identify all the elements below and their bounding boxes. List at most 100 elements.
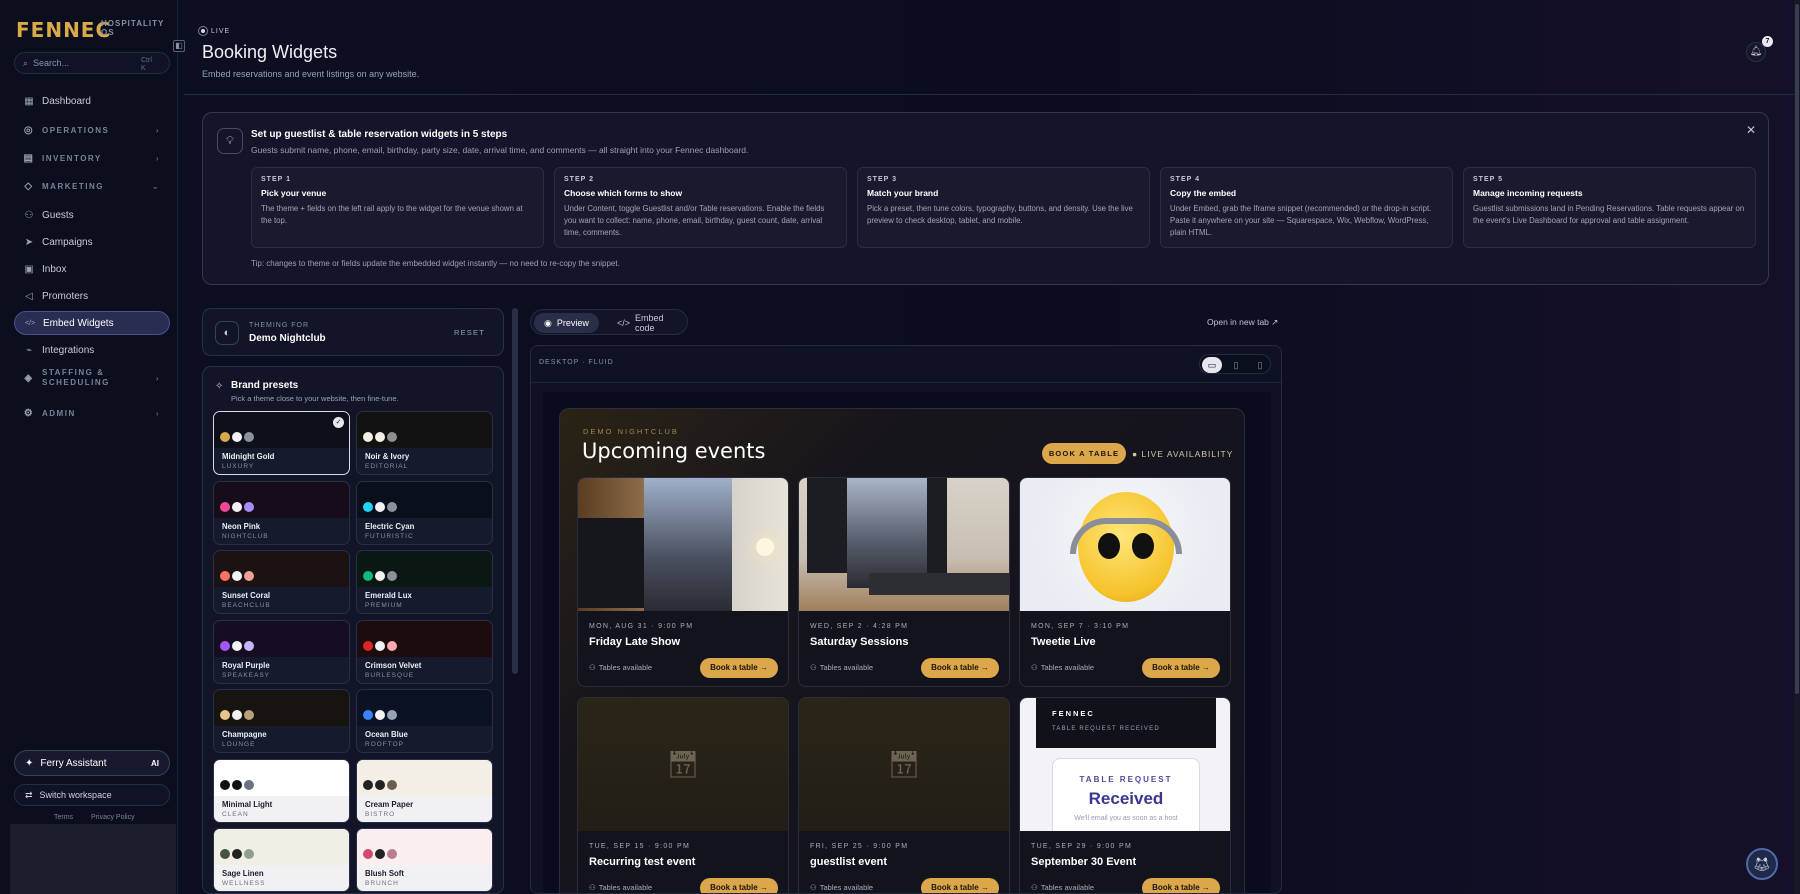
preset-preview [214,481,349,518]
sidebar-item-inbox[interactable]: ▣ Inbox [14,257,170,281]
preset-card[interactable]: Electric Cyan FUTURISTIC [356,480,493,545]
tables-available: ⚇ Tables available [589,663,653,672]
preset-card[interactable]: Cream Paper BISTRO [356,758,493,823]
book-table-button[interactable]: BOOK A TABLE [1042,443,1126,464]
reset-button[interactable]: RESET [454,328,485,337]
ferry-assistant-button[interactable]: ✦ Ferry Assistant AI [14,750,170,776]
color-swatch [220,849,230,859]
terms-link[interactable]: Terms [54,814,73,821]
sidebar-item-promoters[interactable]: ◁ Promoters [14,284,170,308]
users-icon: ⚇ [810,883,817,892]
event-book-button[interactable]: Book a table → [700,658,778,678]
color-swatch [232,779,242,790]
color-swatch [232,849,242,859]
color-swatch [375,849,385,859]
desktop-icon[interactable]: ▭ [1202,357,1222,373]
color-swatch [387,710,397,720]
preset-card[interactable]: Sage Linen WELLNESS [213,828,350,892]
event-book-button[interactable]: Book a table → [921,878,999,893]
preset-name: Minimal Light [222,799,273,809]
preset-card[interactable]: Neon Pink NIGHTCLUB [213,480,350,545]
venue-name: Demo Nightclub [249,333,326,344]
sidebar-item-marketing[interactable]: ◇ MARKETING ⌄ [14,174,170,198]
preset-name: Royal Purple [222,660,270,670]
event-card[interactable]: 📅︎ FRI, SEP 25 · 9:00 PM guestlist event ⚇ T… [798,697,1010,893]
preset-card[interactable]: Crimson Velvet BURLESQUE [356,619,493,684]
event-book-button[interactable]: Book a table → [1142,878,1220,893]
sidebar-item-label: Dashboard [42,95,91,107]
color-swatch [375,571,385,581]
event-book-button[interactable]: Book a table → [921,658,999,678]
sidebar-item-integrations[interactable]: ⌁ Integrations [14,338,170,362]
sidebar-item-staffing[interactable]: ◈ STAFFING & SCHEDULING › [14,366,170,390]
page-scrollbar[interactable] [1794,0,1800,894]
tab-embed-code[interactable]: </> Embed code [607,313,687,333]
sidebar-item-dashboard[interactable]: ▦ Dashboard [14,89,170,113]
sidebar-item-campaigns[interactable]: ➤ Campaigns [14,230,170,254]
header-divider [184,94,1796,95]
event-card[interactable]: MON, SEP 7 · 3:10 PM Tweetie Live ⚇ Tables … [1019,477,1231,687]
step-title: Pick your venue [261,188,327,198]
color-swatch [387,779,397,790]
event-card[interactable]: FENNEC TABLE REQUEST RECEIVED TABLE REQUES… [1019,697,1231,893]
close-icon[interactable]: ✕ [1746,123,1756,137]
event-book-button[interactable]: Book a table → [700,878,778,893]
users-icon: ⚇ [1031,663,1038,672]
preset-name: Neon Pink [222,521,261,531]
preset-card[interactable]: Blush Soft BRUNCH [356,828,493,892]
event-date: FRI, SEP 25 · 9:00 PM [810,843,909,850]
color-swatch [232,432,242,442]
preset-card[interactable]: Champagne LOUNGE [213,689,350,753]
preset-card[interactable]: Noir & Ivory EDITORIAL [356,411,493,475]
step-description: Under Embed, grab the Iframe snippet (re… [1170,204,1432,237]
assistant-avatar-button[interactable]: 🦊︎ [1746,848,1778,880]
tab-preview[interactable]: ◉ Preview [534,313,599,333]
switch-label: Switch workspace [39,790,112,800]
color-swatch [220,432,230,442]
sidebar-item-label: Embed Widgets [43,317,114,329]
step-number: STEP 5 [1473,176,1503,183]
search-input[interactable]: ⌕ Search... Ctrl K [14,52,170,74]
preset-card[interactable]: Minimal Light CLEAN [213,758,350,823]
sidebar-item-guests[interactable]: ⚇ Guests [14,203,170,227]
sidebar-item-admin[interactable]: ⚙ ADMIN › [14,401,170,425]
preset-card[interactable]: Emerald Lux PREMIUM [356,550,493,614]
privacy-link[interactable]: Privacy Policy [91,814,135,821]
sidebar-item-label: ADMIN [42,408,76,418]
sidebar-item-label: INVENTORY [42,153,102,163]
theming-label: THEMING FOR [249,322,309,329]
switch-workspace-button[interactable]: ⇄ Switch workspace [14,784,170,806]
sidebar-item-embed-widgets[interactable]: </> Embed Widgets [14,311,170,335]
setup-subtitle: Guests submit name, phone, email, birthd… [251,145,749,155]
event-image [799,478,1009,611]
tablet-icon[interactable]: ▯ [1226,357,1246,373]
app-root: FENNEC HOSPITALITY OS ⌕ Search... Ctrl K ▦… [0,0,1800,894]
panel-scrollbar[interactable] [512,308,518,674]
sidebar-item-inventory[interactable]: ▤ INVENTORY › [14,146,170,170]
live-dot-icon [198,26,208,36]
preset-card[interactable]: ✓ Midnight Gold LUXURY [213,411,350,475]
ai-badge: AI [151,758,159,768]
notifications-button[interactable]: 🔔︎ 7 [1746,36,1773,62]
preset-card[interactable]: Royal Purple SPEAKEASY [213,619,350,684]
bell-icon: 🔔︎ [1749,46,1763,57]
sidebar-item-operations[interactable]: ◎ OPERATIONS › [14,118,170,142]
preset-card[interactable]: Sunset Coral BEACHCLUB [213,550,350,614]
event-image: FENNEC TABLE REQUEST RECEIVED TABLE REQUES… [1020,698,1230,831]
preset-card[interactable]: Ocean Blue ROOFTOP [356,689,493,753]
preset-preview [357,481,492,518]
collapse-sidebar-icon[interactable]: ◧ [173,40,185,52]
color-swatch [220,710,230,720]
event-book-button[interactable]: Book a table → [1142,658,1220,678]
setup-step: STEP 3 Match your brand Pick a preset, the… [857,167,1150,248]
color-swatch [244,849,254,859]
event-date: MON, AUG 31 · 9:00 PM [589,623,694,630]
event-card[interactable]: 📅︎ TUE, SEP 15 · 9:00 PM Recurring test ev… [577,697,789,893]
page-subtitle: Embed reservations and event listings on… [202,69,420,79]
open-new-tab-link[interactable]: Open in new tab ↗ [1207,317,1278,328]
event-card[interactable]: WED, SEP 2 · 4:28 PM Saturday Sessions ⚇ Ta… [798,477,1010,687]
event-card[interactable]: MON, AUG 31 · 9:00 PM Friday Late Show ⚇ Ta… [577,477,789,687]
mobile-icon[interactable]: ▯ [1250,357,1270,373]
color-swatch [387,501,397,512]
tables-available: ⚇ Tables available [1031,663,1095,672]
